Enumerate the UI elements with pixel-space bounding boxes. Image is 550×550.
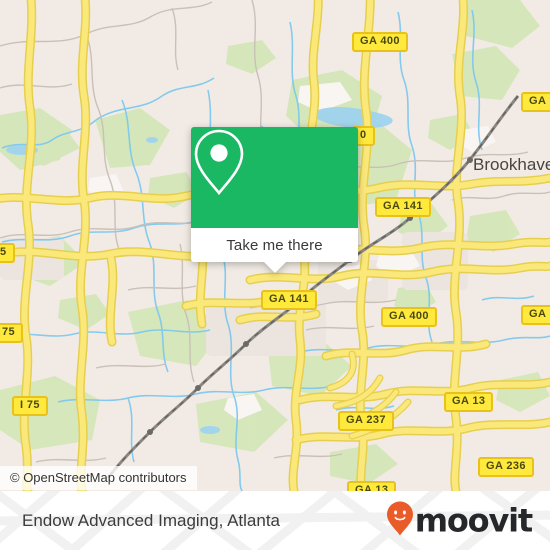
route-shield[interactable]: GA 141	[261, 290, 317, 310]
moovit-wordmark: moovit	[414, 501, 533, 540]
popup-action-area[interactable]: Take me there	[191, 228, 358, 273]
map-canvas[interactable]: Brookhave GA 400 GA 0 GA 141 GA 141 GA 4…	[0, 0, 550, 491]
place-title: Endow Advanced Imaging, Atlanta	[22, 510, 281, 530]
popup-icon-area	[191, 127, 358, 228]
route-shield[interactable]: GA 400	[352, 32, 408, 52]
route-shield[interactable]: GA 237	[338, 411, 394, 431]
route-shield[interactable]: 5	[0, 243, 15, 263]
map-place-label-brookhaven: Brookhave	[473, 155, 550, 174]
moovit-smiley-pin-icon	[386, 500, 414, 541]
route-shield[interactable]: 75	[0, 323, 24, 343]
route-shield[interactable]: I 75	[12, 396, 48, 416]
take-me-there-label: Take me there	[226, 236, 323, 254]
route-shield[interactable]: GA	[521, 92, 550, 112]
route-shield[interactable]: GA	[521, 305, 550, 325]
route-shield[interactable]: GA 236	[478, 457, 534, 477]
footer-bar: Endow Advanced Imaging, Atlanta moovit	[0, 491, 550, 550]
route-shield[interactable]: GA 13	[444, 392, 494, 412]
popup-tail	[262, 261, 287, 273]
moovit-logo[interactable]: moovit	[386, 500, 533, 541]
moovit-place-card: Brookhave GA 400 GA 0 GA 141 GA 141 GA 4…	[0, 0, 550, 550]
route-shield[interactable]: GA 141	[375, 197, 431, 217]
osm-attribution[interactable]: © OpenStreetMap contributors	[0, 466, 197, 490]
route-shield[interactable]: GA 400	[381, 307, 437, 327]
place-popup-card[interactable]: Take me there	[191, 127, 358, 273]
route-shield[interactable]: GA 13	[347, 481, 397, 491]
